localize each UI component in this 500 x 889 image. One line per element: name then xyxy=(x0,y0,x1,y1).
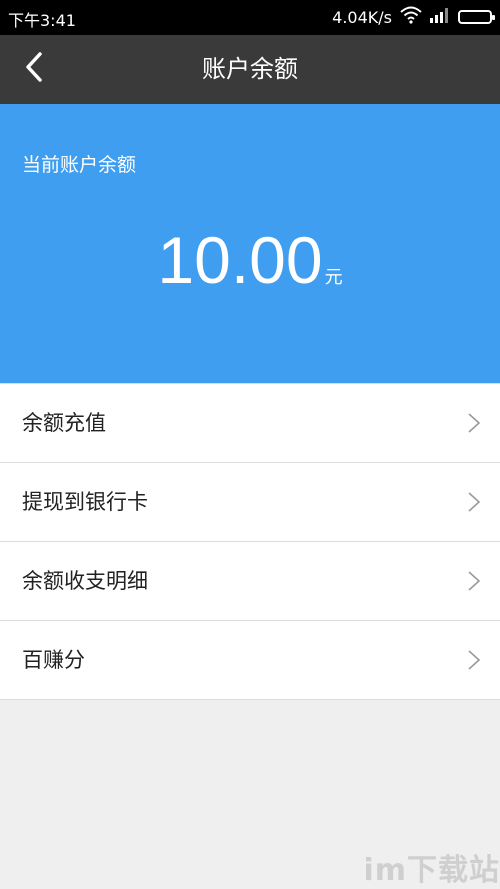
balance-display: 10.00 元 xyxy=(0,222,500,298)
menu-item-transactions[interactable]: 余额收支明细 xyxy=(0,542,500,621)
status-time: 下午3:41 xyxy=(8,11,76,30)
chevron-right-icon xyxy=(466,491,482,513)
menu-item-label: 余额充值 xyxy=(22,411,106,435)
chevron-right-icon xyxy=(466,412,482,434)
network-speed: 4.04K/s xyxy=(332,7,392,27)
balance-menu: 余额充值 提现到银行卡 余额收支明细 百赚分 xyxy=(0,383,500,700)
balance-unit: 元 xyxy=(324,267,343,288)
menu-item-withdraw[interactable]: 提现到银行卡 xyxy=(0,463,500,542)
menu-item-recharge[interactable]: 余额充值 xyxy=(0,384,500,463)
watermark: im下载站 xyxy=(363,853,500,888)
battery-icon xyxy=(458,10,495,24)
status-bar: 下午3:41 4.04K/s xyxy=(0,0,500,35)
wifi-icon xyxy=(400,6,422,28)
chevron-right-icon xyxy=(466,649,482,671)
page-title: 账户余额 xyxy=(202,55,298,83)
menu-item-label: 百赚分 xyxy=(22,648,85,672)
menu-item-label: 提现到银行卡 xyxy=(22,490,148,514)
chevron-right-icon xyxy=(466,570,482,592)
signal-icon xyxy=(430,7,450,27)
status-indicators: 4.04K/s xyxy=(332,6,495,28)
balance-label: 当前账户余额 xyxy=(22,154,137,176)
balance-amount: 10.00 xyxy=(157,223,323,297)
menu-item-baizhuan[interactable]: 百赚分 xyxy=(0,621,500,700)
app-bar: 账户余额 xyxy=(0,35,500,104)
menu-item-label: 余额收支明细 xyxy=(22,569,148,593)
balance-panel: 当前账户余额 10.00 元 xyxy=(0,104,500,383)
